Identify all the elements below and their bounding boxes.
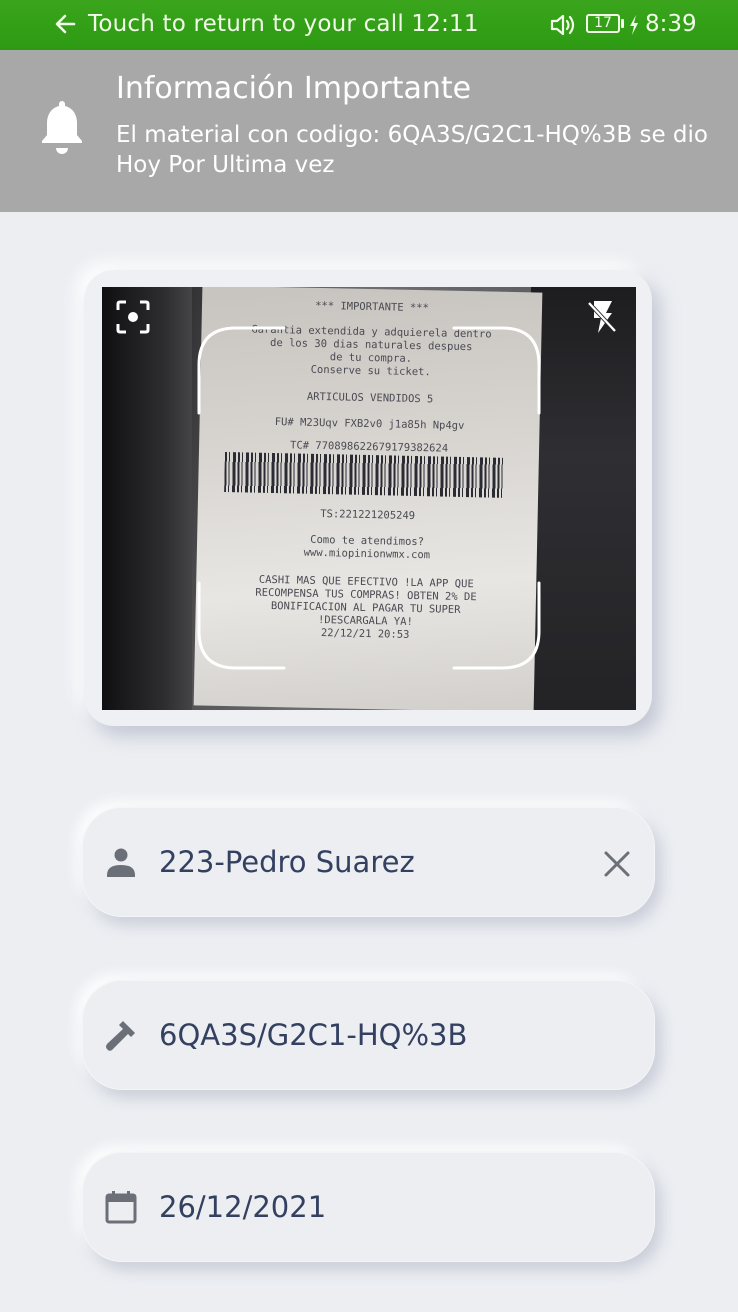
- notification-title: Información Importante: [116, 71, 472, 106]
- return-to-call-banner[interactable]: Touch to return to your call 12:11: [88, 11, 479, 37]
- flash-off-icon[interactable]: [586, 298, 618, 336]
- notification-body: El material con codigo: 6QA3S/G2C1-HQ%3B…: [116, 122, 708, 178]
- person-field[interactable]: 223-Pedro Suarez: [82, 807, 655, 917]
- notification-banner[interactable]: Información Importante El material con c…: [0, 50, 738, 212]
- hammer-icon: [106, 1021, 135, 1051]
- status-bar[interactable]: Touch to return to your call 12:11 17 8:…: [0, 0, 738, 50]
- bell-icon: [42, 101, 82, 154]
- receipt-line: *** IMPORTANTE ***: [315, 299, 430, 315]
- battery-tip: [621, 19, 624, 28]
- date-value[interactable]: 26/12/2021: [159, 1190, 326, 1224]
- clock: 8:39: [645, 11, 697, 37]
- scan-frame: [196, 325, 542, 671]
- material-field[interactable]: 6QA3S/G2C1-HQ%3B: [82, 980, 655, 1090]
- focus-icon[interactable]: [116, 300, 150, 334]
- person-icon: [107, 848, 135, 877]
- date-field[interactable]: 26/12/2021: [82, 1152, 655, 1262]
- charging-bolt-icon: [630, 15, 638, 35]
- speaker-icon: [550, 14, 575, 36]
- calendar-icon: [105, 1191, 137, 1224]
- camera-shadow-left: [102, 287, 192, 710]
- camera-shadow-right: [531, 287, 636, 710]
- battery-icon: 17: [586, 14, 620, 33]
- person-value[interactable]: 223-Pedro Suarez: [159, 845, 415, 879]
- back-arrow-icon[interactable]: [54, 9, 76, 39]
- close-icon[interactable]: [602, 849, 632, 879]
- material-value[interactable]: 6QA3S/G2C1-HQ%3B: [159, 1018, 467, 1052]
